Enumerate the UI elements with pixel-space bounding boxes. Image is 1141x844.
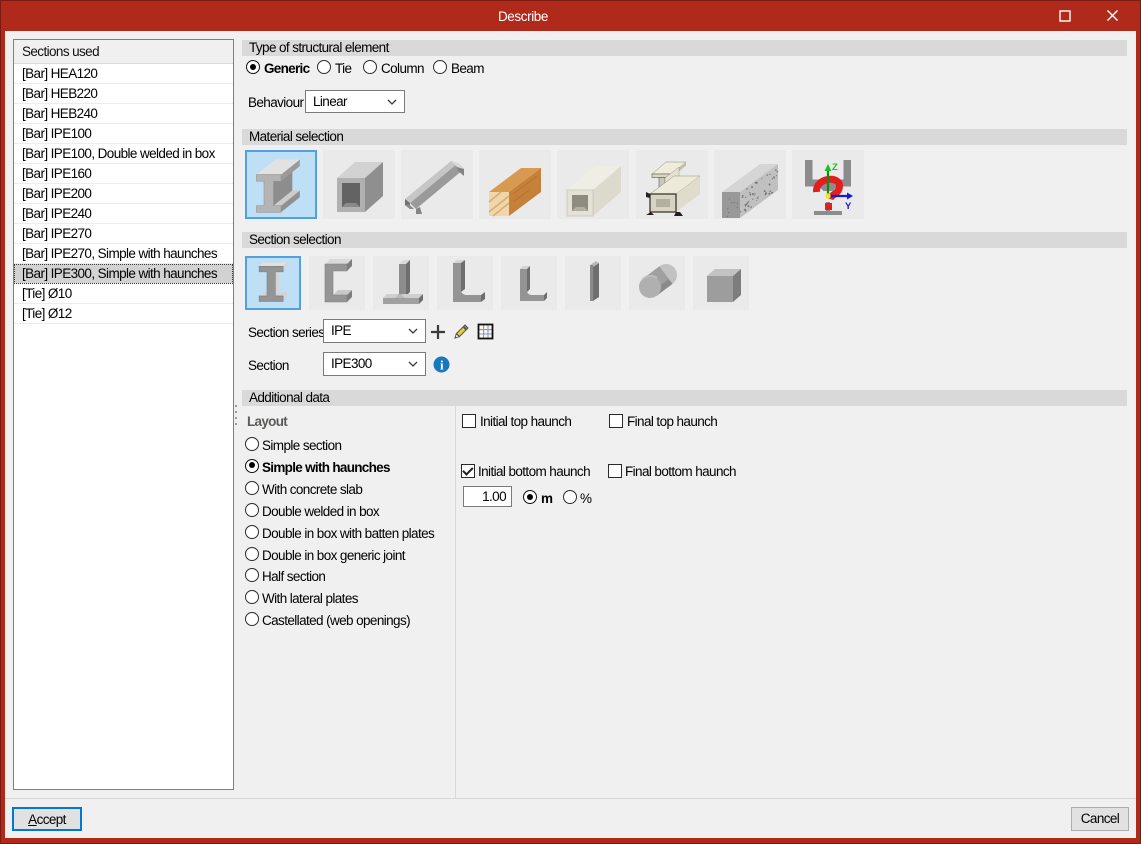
svg-text:Z: Z <box>832 162 838 173</box>
svg-text:Y: Y <box>845 201 852 212</box>
